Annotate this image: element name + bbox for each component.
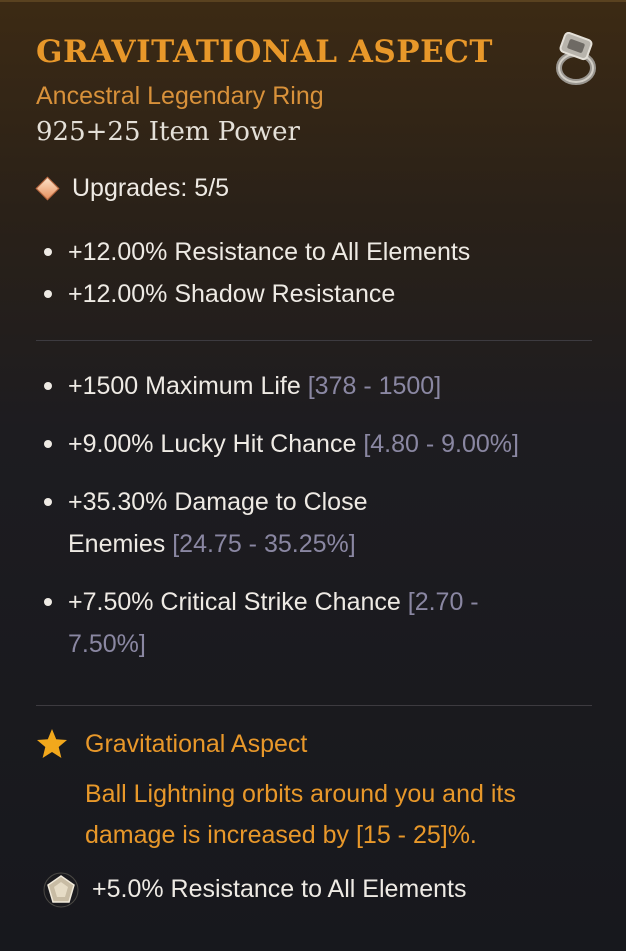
star-icon — [37, 729, 67, 758]
item-name: GRAVITATIONAL ASPECT — [36, 34, 493, 70]
affix: +35.30% Damage to Close Enemies [24.75 -… — [44, 481, 413, 565]
affix: +7.50% Critical Strike Chance [2.70 - 7.… — [44, 581, 538, 665]
ring-icon — [556, 32, 596, 85]
upgrades-label: Upgrades: 5/5 — [72, 173, 230, 202]
aspect-description: Ball Lightning orbits around you and its… — [85, 780, 516, 849]
affix-range: [4.80 - 9.00%] — [363, 430, 519, 458]
section-divider — [36, 705, 592, 706]
affix: +1500 Maximum Life [378 - 1500] — [44, 365, 588, 407]
upgrades-row: Upgrades: 5/5 — [34, 174, 229, 202]
implicit-stat-text: +12.00% Resistance to All Elements — [68, 238, 471, 266]
item-type: Ancestral Legendary Ring — [36, 82, 324, 110]
affix-range: [24.75 - 35.25%] — [172, 530, 356, 558]
affix: +9.00% Lucky Hit Chance [4.80 - 9.00%] — [44, 423, 588, 465]
affix-text: +7.50% Critical Strike Chance — [68, 588, 401, 616]
aspect-name: Gravitational Aspect — [85, 730, 308, 758]
affix-text: +1500 Maximum Life — [68, 372, 301, 400]
affix-text: +9.00% Lucky Hit Chance — [68, 430, 357, 458]
item-power: 925+25 Item Power — [36, 117, 300, 147]
socket-stat: +5.0% Resistance to All Elements — [92, 875, 467, 903]
gem-icon — [43, 872, 79, 908]
diamond-icon — [35, 175, 60, 201]
section-divider — [36, 340, 592, 341]
affix-range: [378 - 1500] — [307, 372, 442, 400]
implicit-stat: +12.00% Shadow Resistance — [43, 273, 396, 315]
item-tooltip: GRAVITATIONAL ASPECT Ancestral Legendary… — [0, 0, 626, 951]
implicit-stat-text: +12.00% Shadow Resistance — [68, 280, 396, 308]
implicit-stat: +12.00% Resistance to All Elements — [43, 231, 471, 273]
